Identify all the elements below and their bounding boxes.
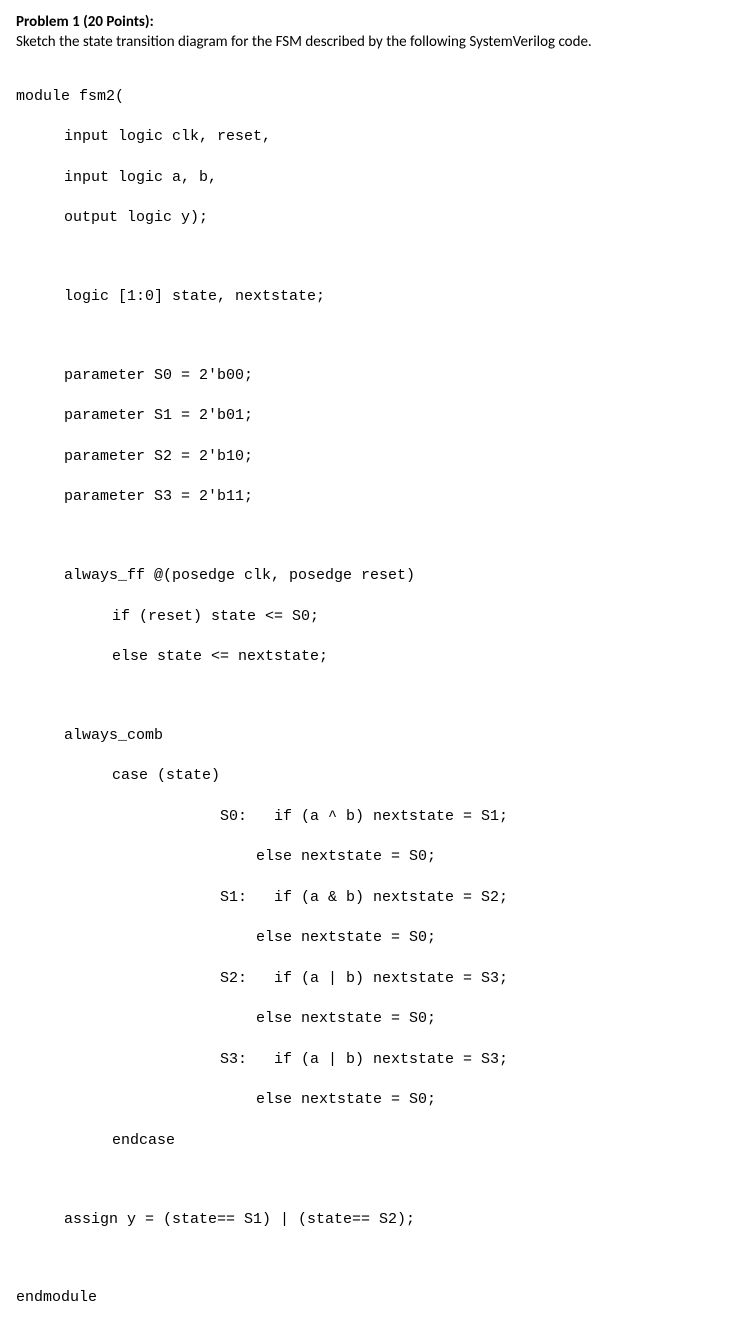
- code-line: always_ff @(posedge clk, posedge reset): [16, 566, 736, 586]
- code-line: input logic a, b,: [16, 168, 736, 188]
- code-line: S2: if (a | b) nextstate = S3;: [16, 969, 736, 989]
- code-block: module fsm2( input logic clk, reset, inp…: [16, 67, 736, 1329]
- code-line: always_comb: [16, 726, 736, 746]
- code-line: if (reset) state <= S0;: [16, 607, 736, 627]
- code-line: else nextstate = S0;: [16, 847, 736, 867]
- problem-title: Problem 1 (20 Points):: [16, 13, 154, 31]
- code-line: S1: if (a & b) nextstate = S2;: [16, 888, 736, 908]
- code-line: output logic y);: [16, 208, 736, 228]
- code-line: else state <= nextstate;: [16, 647, 736, 667]
- code-line: case (state): [16, 766, 736, 786]
- code-line: else nextstate = S0;: [16, 928, 736, 948]
- problem-prompt: Sketch the state transition diagram for …: [16, 33, 592, 51]
- code-line: S3: if (a | b) nextstate = S3;: [16, 1050, 736, 1070]
- code-line: S0: if (a ^ b) nextstate = S1;: [16, 807, 736, 827]
- code-line: module fsm2(: [16, 87, 736, 107]
- code-line: parameter S1 = 2'b01;: [16, 406, 736, 426]
- code-line: parameter S0 = 2'b00;: [16, 366, 736, 386]
- code-line: logic [1:0] state, nextstate;: [16, 287, 736, 307]
- code-line: parameter S2 = 2'b10;: [16, 447, 736, 467]
- code-line: parameter S3 = 2'b11;: [16, 487, 736, 507]
- code-line: else nextstate = S0;: [16, 1090, 736, 1110]
- code-line: assign y = (state== S1) | (state== S2);: [16, 1210, 736, 1230]
- code-line: else nextstate = S0;: [16, 1009, 736, 1029]
- code-line: endmodule: [16, 1288, 736, 1308]
- problem-header: Problem 1 (20 Points): Sketch the state …: [16, 12, 736, 53]
- code-line: input logic clk, reset,: [16, 127, 736, 147]
- code-line: endcase: [16, 1131, 736, 1151]
